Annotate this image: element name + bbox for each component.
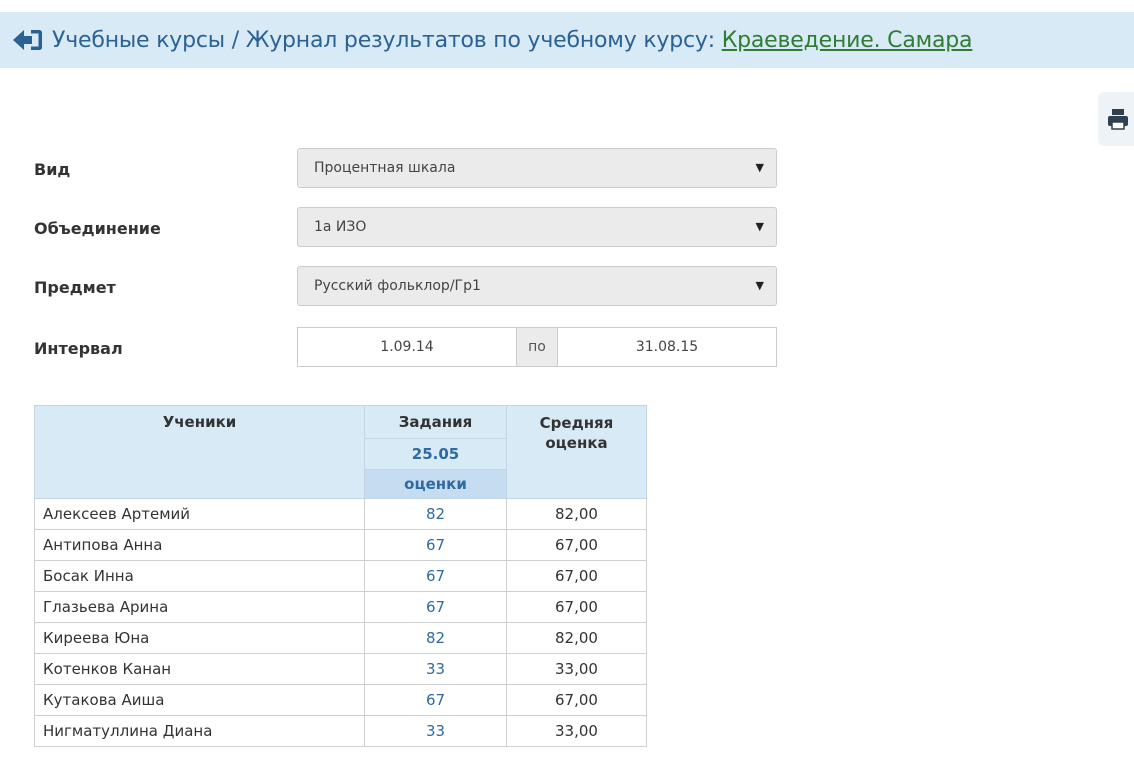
grade-cell[interactable]: 82 (364, 498, 507, 530)
group-label: Объединение (34, 219, 161, 238)
student-name: Глазьева Арина (34, 591, 365, 623)
table-row: Босак Инна 67 67,00 (34, 560, 647, 592)
subject-row: Предмет Русский фольклор/Гр1 ▼ (34, 266, 784, 308)
grade-cell[interactable]: 33 (364, 653, 507, 685)
table-row: Киреева Юна 82 82,00 (34, 622, 647, 654)
table-row: Котенков Канан 33 33,00 (34, 653, 647, 685)
subject-label: Предмет (34, 278, 116, 297)
average-column-header: Средняя оценка (506, 405, 647, 499)
student-name: Алексеев Артемий (34, 498, 365, 530)
caret-down-icon: ▼ (755, 161, 764, 174)
back-button[interactable] (12, 25, 46, 55)
interval-row: Интервал 1.09.14 по 31.08.15 (34, 327, 784, 369)
table-row: Антипова Анна 67 67,00 (34, 529, 647, 561)
student-name: Босак Инна (34, 560, 365, 592)
course-link[interactable]: Краеведение. Самара (722, 28, 973, 53)
view-select-value: Процентная шкала (314, 160, 456, 176)
table-row: Алексеев Артемий 82 82,00 (34, 498, 647, 530)
subject-select[interactable]: Русский фольклор/Гр1 ▼ (297, 266, 777, 306)
average-cell: 67,00 (506, 684, 647, 716)
task-type-header: оценки (364, 469, 507, 499)
average-cell: 82,00 (506, 622, 647, 654)
grade-cell[interactable]: 67 (364, 591, 507, 623)
average-cell: 67,00 (506, 591, 647, 623)
print-button[interactable] (1098, 92, 1134, 146)
average-cell: 82,00 (506, 498, 647, 530)
grade-cell[interactable]: 82 (364, 622, 507, 654)
grade-cell[interactable]: 67 (364, 560, 507, 592)
average-cell: 67,00 (506, 560, 647, 592)
grade-cell[interactable]: 67 (364, 529, 507, 561)
group-select-value: 1а ИЗО (314, 219, 367, 235)
caret-down-icon: ▼ (755, 279, 764, 292)
group-row: Объединение 1а ИЗО ▼ (34, 207, 784, 249)
results-table: Ученики Задания Средняя оценка 25.05 оце… (34, 405, 647, 747)
breadcrumb-text: Учебные курсы / Журнал результатов по уч… (52, 27, 722, 53)
average-cell: 33,00 (506, 715, 647, 747)
table-row: Кутакова Аиша 67 67,00 (34, 684, 647, 716)
date-to-input[interactable]: 31.08.15 (557, 327, 777, 367)
subject-select-value: Русский фольклор/Гр1 (314, 278, 481, 294)
caret-down-icon: ▼ (755, 220, 764, 233)
view-row: Вид Процентная шкала ▼ (34, 148, 784, 190)
date-from-input[interactable]: 1.09.14 (297, 327, 517, 367)
task-date-header[interactable]: 25.05 (364, 438, 507, 470)
students-column-header: Ученики (34, 405, 365, 499)
student-name: Кутакова Аиша (34, 684, 365, 716)
grade-cell[interactable]: 33 (364, 715, 507, 747)
page-title: Учебные курсы / Журнал результатов по уч… (52, 27, 973, 53)
average-cell: 67,00 (506, 529, 647, 561)
student-name: Котенков Канан (34, 653, 365, 685)
student-name: Нигматуллина Диана (34, 715, 365, 747)
grade-cell[interactable]: 67 (364, 684, 507, 716)
sign-out-arrow-icon (13, 30, 42, 50)
table-row: Глазьева Арина 67 67,00 (34, 591, 647, 623)
printer-icon (1108, 109, 1128, 130)
student-name: Киреева Юна (34, 622, 365, 654)
view-label: Вид (34, 160, 71, 179)
student-name: Антипова Анна (34, 529, 365, 561)
date-separator: по (517, 327, 557, 367)
interval-label: Интервал (34, 339, 123, 358)
table-row: Нигматуллина Диана 33 33,00 (34, 715, 647, 747)
average-cell: 33,00 (506, 653, 647, 685)
group-select[interactable]: 1а ИЗО ▼ (297, 207, 777, 247)
view-select[interactable]: Процентная шкала ▼ (297, 148, 777, 188)
tasks-column-header: Задания (364, 405, 507, 439)
page-header-bar: Учебные курсы / Журнал результатов по уч… (0, 12, 1134, 68)
